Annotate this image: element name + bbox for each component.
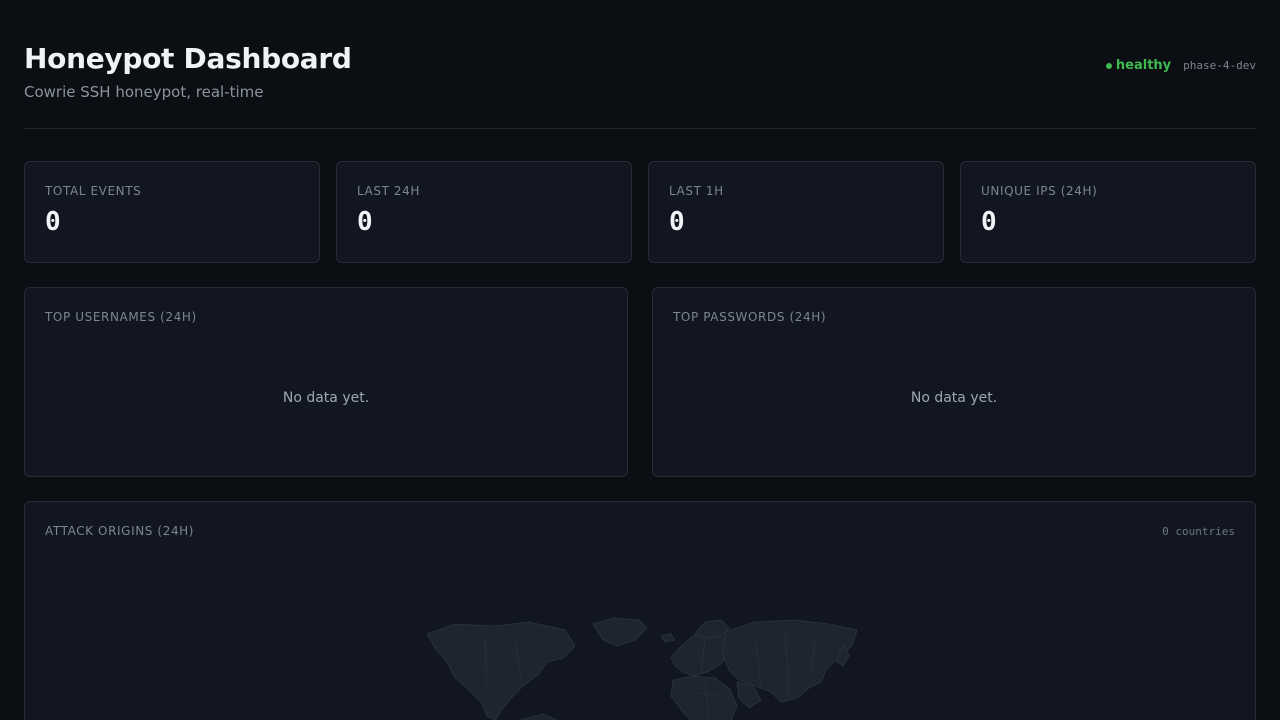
- map-region-north-america[interactable]: [426, 621, 576, 720]
- stat-value: 0: [357, 207, 373, 237]
- status-area: healthy phase-4-dev: [1105, 58, 1256, 73]
- map-region-south-america[interactable]: [517, 713, 565, 720]
- map-region-europe[interactable]: [670, 631, 730, 677]
- stat-label: UNIQUE IPS (24H): [981, 184, 1098, 198]
- empty-state: No data yet.: [282, 390, 370, 406]
- attack-origins-panel: ATTACK ORIGINS (24H) 0 countries: [24, 501, 1256, 720]
- stat-label: TOTAL EVENTS: [45, 184, 142, 198]
- panel-title: TOP USERNAMES (24H): [45, 310, 197, 324]
- top-usernames-panel: TOP USERNAMES (24H) No data yet.: [24, 287, 628, 477]
- health-label: healthy: [1115, 58, 1172, 73]
- stat-card-total-events: TOTAL EVENTS 0: [24, 161, 320, 263]
- panel-title: ATTACK ORIGINS (24H): [45, 524, 195, 538]
- page-subtitle: Cowrie SSH honeypot, real-time: [24, 83, 264, 101]
- status-dot-icon: [1105, 62, 1112, 69]
- stat-card-last-24h: LAST 24H 0: [336, 161, 632, 263]
- page-title: Honeypot Dashboard: [24, 42, 352, 75]
- stat-value: 0: [45, 207, 61, 237]
- stat-label: LAST 1H: [669, 184, 724, 198]
- world-map[interactable]: [425, 616, 865, 720]
- map-region-greenland[interactable]: [592, 617, 648, 647]
- stat-value: 0: [669, 207, 685, 237]
- empty-state: No data yet.: [910, 390, 998, 406]
- country-count: 0 countries: [1162, 525, 1235, 538]
- dashboard-page: Honeypot Dashboard Cowrie SSH honeypot, …: [0, 0, 1280, 720]
- panel-title: TOP PASSWORDS (24H): [673, 310, 827, 324]
- map-region-africa[interactable]: [670, 675, 738, 720]
- map-region-iceland[interactable]: [660, 633, 676, 643]
- top-passwords-panel: TOP PASSWORDS (24H) No data yet.: [652, 287, 1256, 477]
- map-region-scandinavia[interactable]: [694, 619, 730, 639]
- stat-card-last-1h: LAST 1H 0: [648, 161, 944, 263]
- stat-label: LAST 24H: [357, 184, 421, 198]
- environment-label: phase-4-dev: [1183, 59, 1256, 72]
- page-header: Honeypot Dashboard Cowrie SSH honeypot, …: [24, 0, 1256, 129]
- health-status: healthy: [1105, 58, 1172, 73]
- stat-card-unique-ips: UNIQUE IPS (24H) 0: [960, 161, 1256, 263]
- stat-value: 0: [981, 207, 997, 237]
